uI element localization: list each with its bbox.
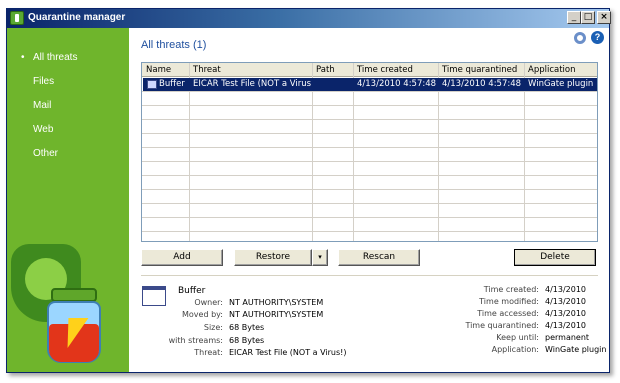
column-header-name[interactable]: Name bbox=[142, 63, 189, 77]
sidebar-item-mail[interactable]: Mail bbox=[7, 96, 129, 116]
table-header: Name Threat Path Time created Time quara… bbox=[142, 63, 597, 77]
minimize-button[interactable]: _ bbox=[567, 11, 581, 24]
detail-label: Application: bbox=[491, 345, 539, 354]
detail-value: WinGate plugin bbox=[545, 345, 607, 354]
quarantine-jar-icon bbox=[45, 288, 103, 368]
detail-label: Owner: bbox=[194, 298, 223, 307]
detail-value: 68 Bytes bbox=[229, 336, 265, 345]
add-button[interactable]: Add bbox=[141, 249, 223, 266]
detail-value: EICAR Test File (NOT a Virus!) bbox=[229, 348, 347, 357]
detail-label: Size: bbox=[203, 323, 223, 332]
detail-value: permanent bbox=[545, 333, 590, 342]
sidebar-item-label: All threats bbox=[33, 52, 78, 63]
cell-time-created: 4/13/2010 4:57:48 bbox=[357, 79, 437, 89]
detail-label: Moved by: bbox=[182, 310, 223, 319]
detail-value: 4/13/2010 bbox=[545, 297, 587, 306]
sidebar-item-label: Web bbox=[33, 124, 54, 135]
title-bar[interactable]: Quarantine manager _ □ × bbox=[7, 9, 611, 28]
detail-value: NT AUTHORITY\SYSTEM bbox=[229, 298, 324, 307]
detail-value: 4/13/2010 bbox=[545, 309, 587, 318]
column-header-threat[interactable]: Threat bbox=[189, 63, 312, 77]
detail-label: Time created: bbox=[483, 285, 539, 294]
help-icon[interactable]: ? bbox=[591, 31, 604, 44]
column-header-application[interactable]: Application bbox=[524, 63, 597, 77]
cell-application: WinGate plugin bbox=[528, 79, 594, 89]
cell-time-quarantined: 4/13/2010 4:57:48 bbox=[442, 79, 522, 89]
page-title: All threats (1) bbox=[141, 39, 207, 51]
divider bbox=[141, 275, 598, 276]
gear-icon[interactable] bbox=[574, 32, 586, 44]
sidebar-item-other[interactable]: Other bbox=[7, 144, 129, 164]
detail-value: NT AUTHORITY\SYSTEM bbox=[229, 310, 324, 319]
detail-label: Threat: bbox=[194, 348, 223, 357]
sidebar-item-all-threats[interactable]: • All threats bbox=[7, 48, 129, 68]
window-title: Quarantine manager bbox=[28, 12, 126, 23]
cell-path bbox=[312, 78, 353, 91]
rescan-button[interactable]: Rescan bbox=[338, 249, 420, 266]
detail-label: Time accessed: bbox=[477, 309, 539, 318]
column-header-path[interactable]: Path bbox=[312, 63, 353, 77]
detail-value: 68 Bytes bbox=[229, 323, 265, 332]
bullet-icon: • bbox=[21, 52, 25, 63]
threats-table[interactable]: Name Threat Path Time created Time quara… bbox=[141, 62, 598, 242]
detail-value: 4/13/2010 bbox=[545, 321, 587, 330]
cell-name: Buffer bbox=[159, 79, 185, 89]
delete-button[interactable]: Delete bbox=[514, 249, 596, 266]
sidebar-item-label: Files bbox=[33, 76, 55, 87]
sidebar-item-files[interactable]: Files bbox=[7, 72, 129, 92]
detail-value: 4/13/2010 bbox=[545, 285, 587, 294]
close-button[interactable]: × bbox=[597, 11, 611, 24]
maximize-button[interactable]: □ bbox=[581, 11, 595, 24]
sidebar: • All threats Files Mail Web Other bbox=[7, 28, 129, 372]
sidebar-item-label: Mail bbox=[33, 100, 52, 111]
column-header-time-created[interactable]: Time created bbox=[353, 63, 438, 77]
detail-label: Keep until: bbox=[496, 333, 539, 342]
column-header-time-quarantined[interactable]: Time quarantined bbox=[438, 63, 524, 77]
restore-button[interactable]: Restore bbox=[234, 249, 312, 266]
app-icon bbox=[10, 11, 24, 25]
restore-dropdown-button[interactable]: ▾ bbox=[312, 249, 328, 266]
detail-label: Time modified: bbox=[479, 297, 539, 306]
detail-name: Buffer bbox=[178, 286, 206, 296]
quarantine-manager-window: Quarantine manager _ □ × • All threats F… bbox=[6, 8, 611, 373]
detail-label: Time quarantined: bbox=[465, 321, 539, 330]
cell-threat: EICAR Test File (NOT a Virus!) bbox=[193, 79, 312, 89]
detail-label: with streams: bbox=[168, 336, 223, 345]
table-row[interactable]: Buffer EICAR Test File (NOT a Virus!) 4/… bbox=[143, 78, 597, 91]
sidebar-item-web[interactable]: Web bbox=[7, 120, 129, 140]
sidebar-item-label: Other bbox=[33, 148, 59, 159]
